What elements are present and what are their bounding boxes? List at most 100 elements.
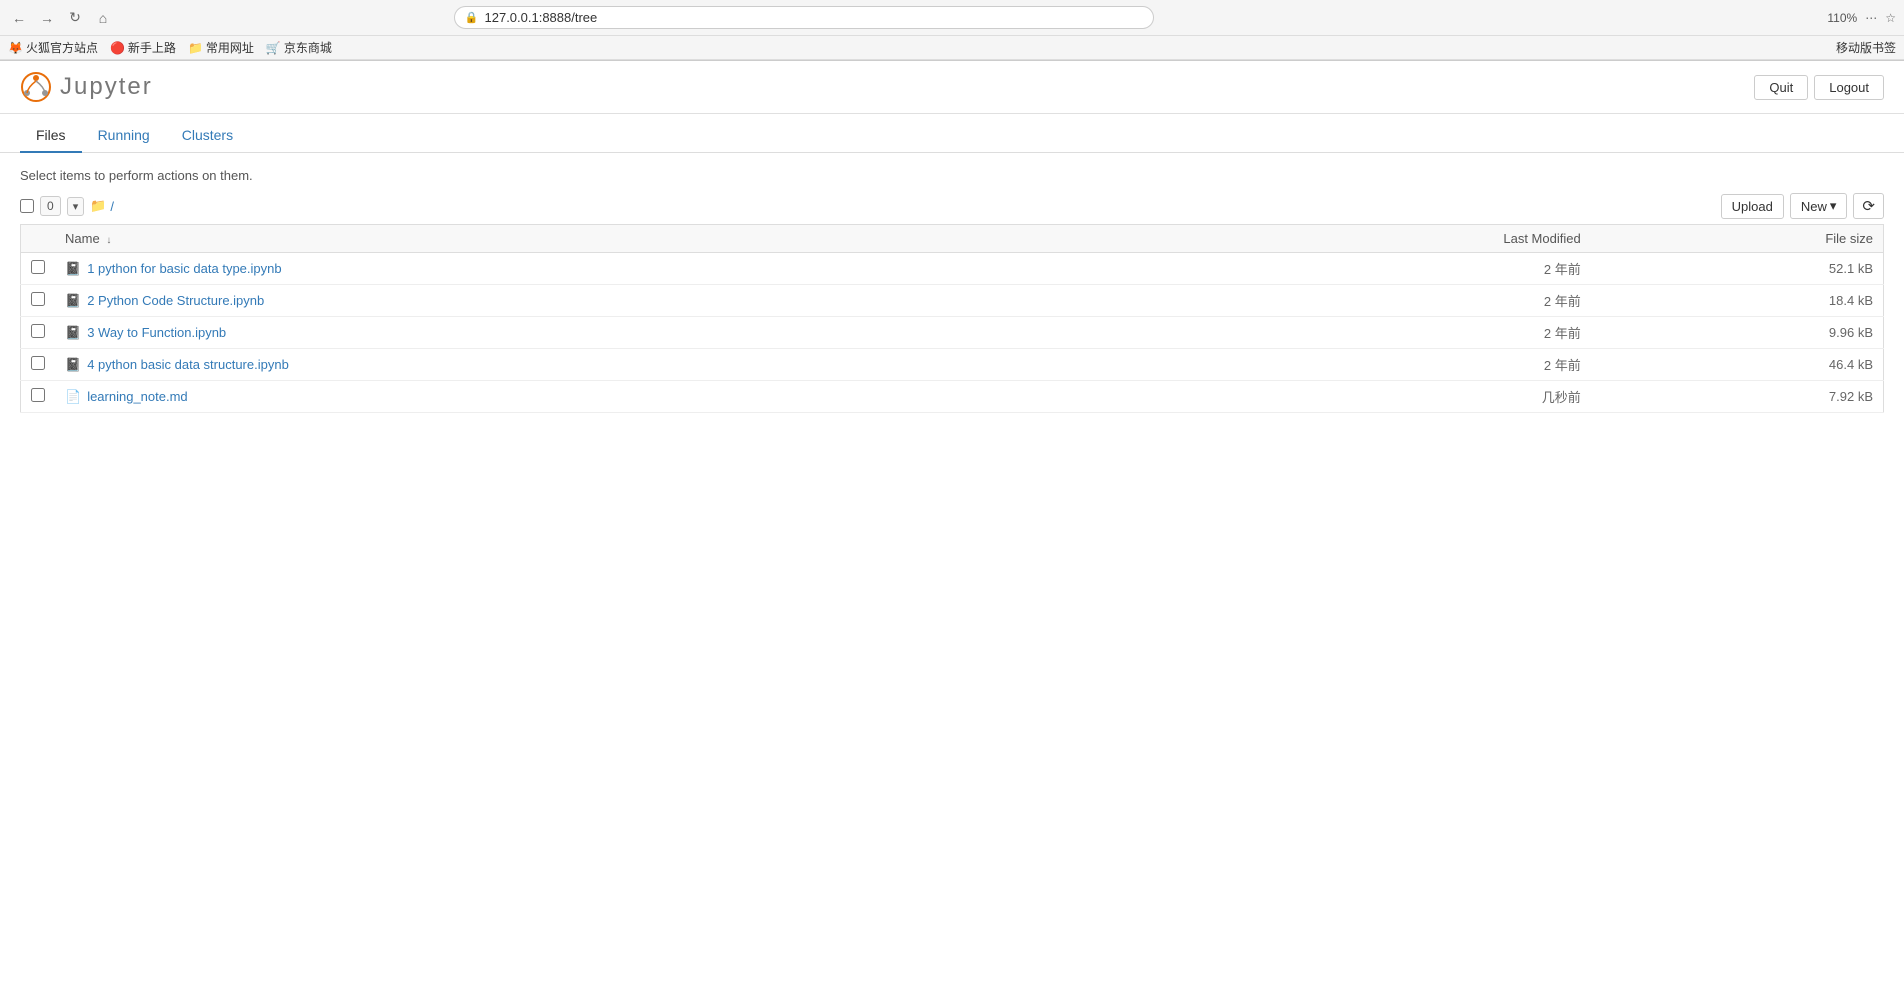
firefox-icon: 🦊 <box>8 41 23 55</box>
file-toolbar: 0 ▾ 📁 / Upload New ▾ ⟳ <box>20 193 1884 219</box>
more-options-icon[interactable]: ⋯ <box>1865 11 1877 25</box>
quit-button[interactable]: Quit <box>1754 75 1808 100</box>
browser-chrome: ← → ↻ ⌂ 🔒 127.0.0.1:8888/tree 110% ⋯ ☆ 🦊… <box>0 0 1904 61</box>
mobile-bookmarks[interactable]: 移动版书签 <box>1836 39 1896 56</box>
file-link-1[interactable]: 2 Python Code Structure.ipynb <box>87 293 264 308</box>
name-sort-icon: ↓ <box>106 235 111 246</box>
bookmark-common[interactable]: 📁 常用网址 <box>188 39 254 56</box>
breadcrumb-path: / <box>110 199 114 214</box>
bookmark-firefox-label: 火狐官方站点 <box>26 39 98 56</box>
file-date-1: 2 年前 <box>1173 285 1591 317</box>
new-button-label: New <box>1801 199 1827 214</box>
notebook-icon: 📓 <box>65 261 81 276</box>
new-button[interactable]: New ▾ <box>1790 193 1848 219</box>
mobile-bookmarks-label: 移动版书签 <box>1836 39 1896 56</box>
refresh-button[interactable]: ⟳ <box>1853 193 1884 219</box>
table-row: 📓 2 Python Code Structure.ipynb 2 年前18.4 k… <box>21 285 1884 317</box>
jupyter-logo-text: Jupyter <box>60 73 153 101</box>
instructions-text: Select items to perform actions on them. <box>20 168 1884 183</box>
file-size-0: 52.1 kB <box>1591 253 1884 285</box>
jupyter-logo-icon <box>20 71 52 103</box>
browser-toolbar: ← → ↻ ⌂ 🔒 127.0.0.1:8888/tree 110% ⋯ ☆ <box>0 0 1904 36</box>
table-row: 📄 learning_note.md 几秒前7.92 kB <box>21 381 1884 413</box>
back-button[interactable]: ← <box>8 7 30 29</box>
file-size-2: 9.96 kB <box>1591 317 1884 349</box>
security-icon: 🔒 <box>465 11 479 24</box>
browser-right-icons: 110% ⋯ ☆ <box>1827 11 1896 25</box>
toolbar-right: Upload New ▾ ⟳ <box>1721 193 1884 219</box>
jupyter-header: Jupyter Quit Logout <box>0 61 1904 114</box>
main-area: Select items to perform actions on them.… <box>0 153 1904 428</box>
checkbox-col-header <box>21 225 56 253</box>
folder-icon: 📁 <box>90 198 106 214</box>
jupyter-logo: Jupyter <box>20 71 153 103</box>
row-checkbox-3[interactable] <box>31 356 45 370</box>
forward-button[interactable]: → <box>36 7 58 29</box>
file-date-4: 几秒前 <box>1173 381 1591 413</box>
header-buttons: Quit Logout <box>1754 75 1884 100</box>
home-button[interactable]: ⌂ <box>92 7 114 29</box>
tab-clusters[interactable]: Clusters <box>166 119 249 153</box>
file-size-3: 46.4 kB <box>1591 349 1884 381</box>
file-link-0[interactable]: 1 python for basic data type.ipynb <box>87 261 281 276</box>
file-link-2[interactable]: 3 Way to Function.ipynb <box>87 325 226 340</box>
file-date-0: 2 年前 <box>1173 253 1591 285</box>
bookmark-star-icon[interactable]: ☆ <box>1885 11 1896 25</box>
new-dropdown-arrow: ▾ <box>1830 198 1837 214</box>
bookmark-firefox[interactable]: 🦊 火狐官方站点 <box>8 39 98 56</box>
file-list: 📓1 python for basic data type.ipynb2 年前5… <box>21 253 1884 413</box>
bookmark-jd-label: 京东商城 <box>284 39 332 56</box>
file-date-2: 2 年前 <box>1173 317 1591 349</box>
page-content: Jupyter Quit Logout Files Running Cluste… <box>0 61 1904 428</box>
file-date-3: 2 年前 <box>1173 349 1591 381</box>
url-text: 127.0.0.1:8888/tree <box>485 10 1143 25</box>
address-bar[interactable]: 🔒 127.0.0.1:8888/tree <box>454 6 1154 29</box>
file-link-3[interactable]: 4 python basic data structure.ipynb <box>87 357 289 372</box>
file-size-col-header[interactable]: File size <box>1591 225 1884 253</box>
tab-running[interactable]: Running <box>82 119 166 153</box>
table-row: 📓 4 python basic data structure.ipynb 2 年前… <box>21 349 1884 381</box>
file-name-2[interactable]: 📓 3 Way to Function.ipynb <box>55 317 1173 349</box>
row-checkbox-4[interactable] <box>31 388 45 402</box>
table-row: 📓 3 Way to Function.ipynb 2 年前9.96 kB <box>21 317 1884 349</box>
bookmark-newbie-label: 新手上路 <box>128 39 176 56</box>
bookmark-newbie[interactable]: 🔴 新手上路 <box>110 39 176 56</box>
last-modified-col-header[interactable]: Last Modified <box>1173 225 1591 253</box>
name-col-header[interactable]: Name ↓ <box>55 225 1173 253</box>
file-size-4: 7.92 kB <box>1591 381 1884 413</box>
selected-count: 0 <box>40 196 61 216</box>
toolbar-left: 0 ▾ 📁 / <box>20 196 114 216</box>
common-folder-icon: 📁 <box>188 41 203 55</box>
reload-button[interactable]: ↻ <box>64 7 86 29</box>
file-name-0[interactable]: 📓 1 python for basic data type.ipynb <box>55 253 1173 285</box>
table-header: Name ↓ Last Modified File size <box>21 225 1884 253</box>
row-checkbox-0[interactable] <box>31 260 45 274</box>
bookmark-jd[interactable]: 🛒 京东商城 <box>266 39 332 56</box>
logout-button[interactable]: Logout <box>1814 75 1884 100</box>
tabs-bar: Files Running Clusters <box>0 119 1904 153</box>
file-name-3[interactable]: 📓 4 python basic data structure.ipynb <box>55 349 1173 381</box>
tab-files[interactable]: Files <box>20 119 82 153</box>
row-checkbox-2[interactable] <box>31 324 45 338</box>
file-name-4[interactable]: 📄 learning_note.md <box>55 381 1173 413</box>
file-size-1: 18.4 kB <box>1591 285 1884 317</box>
select-all-checkbox[interactable] <box>20 199 34 213</box>
row-checkbox-1[interactable] <box>31 292 45 306</box>
notebook-icon: 📓 <box>65 325 81 340</box>
file-table: Name ↓ Last Modified File size 📓 1 python… <box>20 224 1884 413</box>
zoom-level: 110% <box>1827 11 1857 25</box>
jd-icon: 🛒 <box>266 41 281 55</box>
bookmark-common-label: 常用网址 <box>206 39 254 56</box>
markdown-icon: 📄 <box>65 389 81 404</box>
breadcrumb: 📁 / <box>90 198 114 214</box>
bookmarks-bar: 🦊 火狐官方站点 🔴 新手上路 📁 常用网址 🛒 京东商城 移动版书签 <box>0 36 1904 60</box>
notebook-icon: 📓 <box>65 293 81 308</box>
notebook-icon: 📓 <box>65 357 81 372</box>
name-col-label: Name <box>65 231 100 246</box>
file-name-1[interactable]: 📓 2 Python Code Structure.ipynb <box>55 285 1173 317</box>
file-link-4[interactable]: learning_note.md <box>87 389 187 404</box>
actions-dropdown[interactable]: ▾ <box>67 197 85 216</box>
table-row: 📓 1 python for basic data type.ipynb 2 年前5… <box>21 253 1884 285</box>
upload-button[interactable]: Upload <box>1721 194 1784 219</box>
newbie-icon: 🔴 <box>110 41 125 55</box>
